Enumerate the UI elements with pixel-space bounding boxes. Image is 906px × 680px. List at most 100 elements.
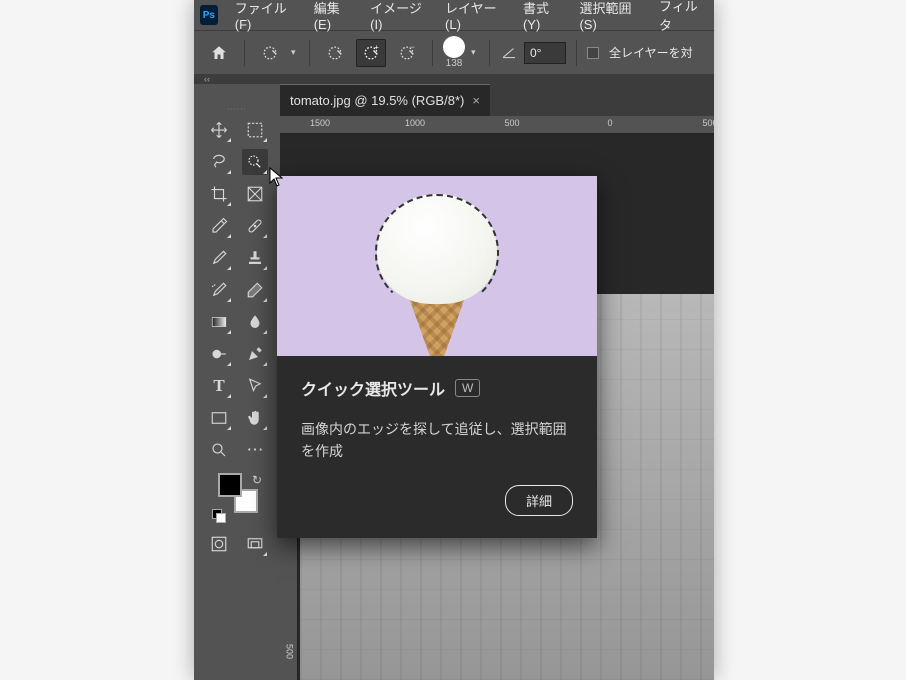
menu-image[interactable]: イメージ(I) [361, 0, 436, 37]
menu-filter[interactable]: フィルタ [650, 0, 714, 39]
marquee-tool[interactable] [242, 117, 268, 143]
crop-icon [210, 185, 228, 203]
hand-tool[interactable] [242, 405, 268, 431]
home-icon [210, 44, 228, 62]
move-tool[interactable] [206, 117, 232, 143]
menubar: Ps ファイル(F) 編集(E) イメージ(I) レイヤー(L) 書式(Y) 選… [194, 0, 714, 30]
swap-colors-icon[interactable]: ↻ [252, 473, 262, 487]
ruler-tick: 0 [607, 118, 612, 128]
frame-tool[interactable] [242, 181, 268, 207]
crop-tool[interactable] [206, 181, 232, 207]
menu-type[interactable]: 書式(Y) [514, 0, 570, 37]
quick-mask-icon [210, 535, 228, 553]
ruler-tick: 1000 [405, 118, 425, 128]
photoshop-logo[interactable]: Ps [200, 5, 218, 25]
zoom-icon [210, 441, 228, 459]
tooltip-title: クイック選択ツール [301, 376, 445, 400]
eraser-icon [246, 281, 264, 299]
brush-picker[interactable]: 138 [443, 36, 465, 69]
quick-select-tool[interactable] [242, 149, 268, 175]
edit-toolbar-button[interactable]: ⋯ [242, 437, 268, 463]
eyedropper-icon [210, 217, 228, 235]
frame-icon [246, 185, 264, 203]
all-layers-label: 全レイヤーを対 [609, 44, 693, 61]
screen-mode-icon [246, 535, 264, 553]
eraser-tool[interactable] [242, 277, 268, 303]
foreground-color-swatch[interactable] [218, 473, 242, 497]
eyedropper-tool[interactable] [206, 213, 232, 239]
droplet-icon [246, 313, 264, 331]
chevron-down-icon[interactable]: ▾ [471, 47, 479, 58]
tooltip-shortcut-badge: W [455, 379, 480, 397]
ruler-tick: 500 [504, 118, 519, 128]
dodge-tool[interactable] [206, 341, 232, 367]
dodge-icon [210, 345, 228, 363]
quick-select-icon [246, 153, 264, 171]
ruler-tick: 500 [702, 118, 714, 128]
brush-preview-circle [443, 36, 465, 58]
pen-tool[interactable] [242, 341, 268, 367]
tool-palette: ∙∙∙∙∙∙ [194, 84, 280, 680]
tooltip-preview-image [277, 176, 597, 356]
detail-button[interactable]: 詳細 [505, 485, 573, 516]
angle-input[interactable] [524, 42, 566, 64]
lasso-icon [210, 153, 228, 171]
gradient-tool[interactable] [206, 309, 232, 335]
history-brush-tool[interactable] [206, 277, 232, 303]
divider [309, 40, 310, 66]
selection-add-icon: + [361, 43, 381, 63]
selection-subtract-icon: − [397, 43, 417, 63]
history-brush-icon [210, 281, 228, 299]
divider [489, 40, 490, 66]
path-select-tool[interactable] [242, 373, 268, 399]
subtract-selection-button[interactable]: − [392, 39, 422, 67]
arrow-cursor-icon [246, 377, 264, 395]
tool-tooltip: クイック選択ツール W 画像内のエッジを探して追従し、選択範囲を作成 詳細 [277, 176, 597, 538]
menu-file[interactable]: ファイル(F) [226, 0, 305, 37]
clone-stamp-tool[interactable] [242, 245, 268, 271]
stamp-icon [246, 249, 264, 267]
all-layers-checkbox[interactable] [587, 47, 599, 59]
tool-preset-button[interactable] [255, 39, 285, 67]
quick-mask-button[interactable] [206, 531, 232, 557]
hand-icon [246, 409, 264, 427]
document-tabbar: tomato.jpg @ 19.5% (RGB/8*) × [280, 84, 714, 116]
add-selection-button[interactable]: + [356, 39, 386, 67]
divider [244, 40, 245, 66]
rectangle-tool[interactable] [206, 405, 232, 431]
menu-select[interactable]: 選択範囲(S) [570, 0, 650, 37]
gradient-icon [210, 313, 228, 331]
document-tab[interactable]: tomato.jpg @ 19.5% (RGB/8*) × [280, 84, 490, 116]
move-icon [210, 121, 228, 139]
brush-icon [210, 249, 228, 267]
angle-icon [500, 44, 518, 62]
new-selection-button[interactable] [320, 39, 350, 67]
menu-layer[interactable]: レイヤー(L) [436, 0, 514, 37]
svg-text:+: + [374, 43, 379, 52]
divider [432, 40, 433, 66]
chevron-down-icon[interactable]: ▾ [291, 47, 299, 58]
svg-text:−: − [410, 43, 415, 52]
screen-mode-button[interactable] [242, 531, 268, 557]
spot-heal-tool[interactable] [242, 213, 268, 239]
pen-icon [246, 345, 264, 363]
blur-tool[interactable] [242, 309, 268, 335]
panel-grip[interactable]: ∙∙∙∙∙∙ [217, 104, 257, 113]
zoom-tool[interactable] [206, 437, 232, 463]
menu-edit[interactable]: 編集(E) [305, 0, 361, 37]
brush-size-label: 138 [446, 58, 463, 69]
lasso-tool[interactable] [206, 149, 232, 175]
color-swatches[interactable]: ↻ [212, 473, 262, 523]
brush-tool[interactable] [206, 245, 232, 271]
home-button[interactable] [204, 39, 234, 67]
selection-new-icon [325, 43, 345, 63]
ruler-horizontal[interactable]: 1500 1000 500 0 500 [280, 116, 714, 134]
document-tab-title: tomato.jpg @ 19.5% (RGB/8*) [290, 93, 464, 108]
default-colors-icon[interactable] [212, 509, 226, 523]
type-tool[interactable]: T [206, 373, 232, 399]
type-icon: T [213, 376, 224, 396]
panel-collapse-handle[interactable]: ‹‹ [194, 74, 714, 84]
close-icon[interactable]: × [472, 93, 480, 108]
ruler-tick: 1500 [310, 118, 330, 128]
ellipsis-icon: ⋯ [247, 440, 264, 460]
